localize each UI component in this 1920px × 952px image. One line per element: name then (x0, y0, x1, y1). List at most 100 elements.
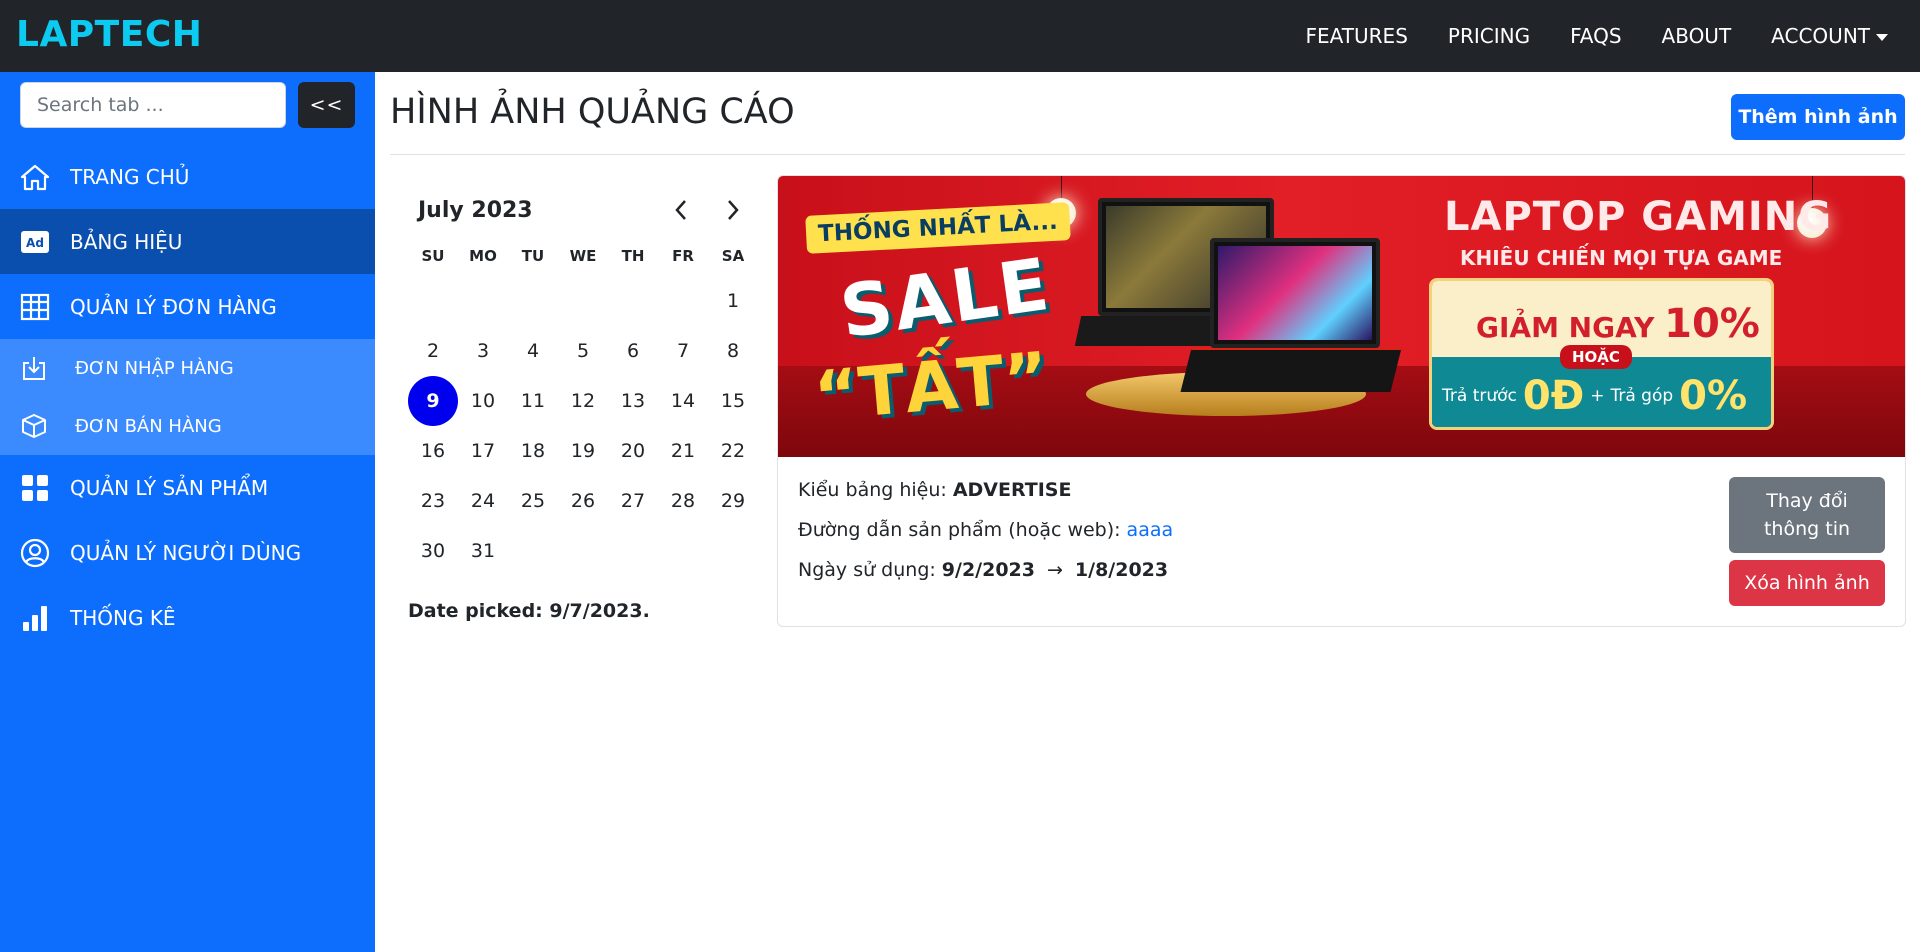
collapse-sidebar-button[interactable]: << (298, 82, 355, 128)
ad-link-label: Đường dẫn sản phẩm (hoặc web): (798, 519, 1121, 541)
calendar-day[interactable]: 8 (708, 326, 758, 376)
arrow-right-icon: → (1047, 559, 1063, 581)
calendar-day[interactable]: 1 (708, 276, 758, 326)
title-divider (390, 154, 1905, 155)
calendar-day-number: 10 (470, 390, 496, 412)
sidebar-subitem-label: ĐƠN NHẬP HÀNG (75, 357, 234, 379)
calendar-day-number: 13 (620, 390, 646, 412)
calendar-day-number: 29 (720, 490, 746, 512)
calendar-day[interactable]: 13 (608, 376, 658, 426)
edit-info-button[interactable]: Thay đổi thông tin (1729, 477, 1885, 553)
home-icon (20, 162, 50, 192)
nav-about[interactable]: ABOUT (1662, 24, 1732, 48)
calendar-day-number: 28 (670, 490, 696, 512)
add-image-button[interactable]: Thêm hình ảnh (1731, 94, 1905, 140)
calendar-day[interactable]: 4 (508, 326, 558, 376)
sidebar-item-label: QUẢN LÝ SẢN PHẨM (70, 475, 269, 500)
calendar-day[interactable]: 18 (508, 426, 558, 476)
calendar-day[interactable]: 21 (658, 426, 708, 476)
calendar-day[interactable]: 30 (408, 526, 458, 576)
banner-sale: SALE (835, 241, 1056, 355)
nav-pricing[interactable]: PRICING (1448, 24, 1530, 48)
calendar-day[interactable]: 24 (458, 476, 508, 526)
banner-discount-value: 10% (1664, 301, 1760, 347)
sidebar-item-bang-hieu[interactable]: Ad BẢNG HIỆU (0, 209, 375, 274)
calendar-day[interactable]: 5 (558, 326, 608, 376)
chevron-right-icon[interactable] (719, 196, 747, 224)
nav-features[interactable]: FEATURES (1306, 24, 1408, 48)
bar-chart-icon (20, 603, 50, 633)
calendar-empty-cell (658, 526, 708, 576)
calendar-day-number: 4 (526, 340, 540, 362)
svg-text:Ad: Ad (26, 236, 44, 250)
sidebar-item-trang-chu[interactable]: TRANG CHỦ (0, 144, 375, 209)
calendar-day[interactable]: 15 (708, 376, 758, 426)
calendar-day[interactable]: 31 (458, 526, 508, 576)
nav-account-dropdown[interactable]: ACCOUNT (1771, 24, 1888, 48)
calendar-day[interactable]: 2 (408, 326, 458, 376)
calendar-day-number: 23 (420, 490, 446, 512)
calendar-day[interactable]: 22 (708, 426, 758, 476)
sidebar-item-quan-ly-don-hang[interactable]: QUẢN LÝ ĐƠN HÀNG (0, 274, 375, 339)
calendar-day[interactable]: 28 (658, 476, 708, 526)
calendar-day-number: 21 (670, 440, 696, 462)
calendar-day[interactable]: 10 (458, 376, 508, 426)
calendar-day-number: 20 (620, 440, 646, 462)
calendar-day-number: 15 (720, 390, 746, 412)
banner-promo-box: GIẢM NGAY 10% HOẶC Trả trước 0Đ + Trả gó… (1429, 278, 1774, 430)
sidebar-subitem-don-ban-hang[interactable]: ĐƠN BÁN HÀNG (0, 397, 375, 455)
sidebar: << TRANG CHỦ Ad BẢNG HIỆU QUẢN LÝ ĐƠN HÀ… (0, 72, 375, 952)
calendar-day-selected[interactable]: 9 (408, 376, 458, 426)
date-picked-text: Date picked: 9/7/2023. (408, 600, 650, 622)
ad-card-body: Kiểu bảng hiệu: ADVERTISE Đường dẫn sản … (778, 457, 1905, 626)
calendar-day-number: 27 (620, 490, 646, 512)
calendar-day[interactable]: 29 (708, 476, 758, 526)
ad-type-line: Kiểu bảng hiệu: ADVERTISE (798, 479, 1071, 501)
calendar-day[interactable]: 14 (658, 376, 708, 426)
calendar-empty-cell (608, 526, 658, 576)
sidebar-item-quan-ly-nguoi-dung[interactable]: QUẢN LÝ NGƯỜI DÙNG (0, 520, 375, 585)
calendar-day[interactable]: 19 (558, 426, 608, 476)
calendar-day-number: 1 (726, 290, 740, 312)
calendar-day[interactable]: 17 (458, 426, 508, 476)
calendar-empty-cell (508, 526, 558, 576)
calendar-day[interactable]: 16 (408, 426, 458, 476)
calendar-day-number: 17 (470, 440, 496, 462)
calendar-day[interactable]: 25 (508, 476, 558, 526)
sidebar-item-quan-ly-san-pham[interactable]: QUẢN LÝ SẢN PHẨM (0, 455, 375, 520)
caret-down-icon (1876, 33, 1888, 41)
calendar-day-number: 5 (576, 340, 590, 362)
weekday-header: SU (421, 247, 445, 265)
calendar-day-number: 6 (626, 340, 640, 362)
ad-icon: Ad (20, 227, 50, 257)
chevron-left-icon[interactable] (667, 196, 695, 224)
nav-faqs[interactable]: FAQS (1570, 24, 1621, 48)
calendar-day[interactable]: 20 (608, 426, 658, 476)
calendar-empty-cell (408, 276, 458, 326)
banner-gaming-subtitle: KHIÊU CHIẾN MỌI TỰA GAME (1460, 246, 1783, 270)
calendar-day[interactable]: 6 (608, 326, 658, 376)
calendar-month-label: July 2023 (418, 198, 533, 223)
calendar-day[interactable]: 3 (458, 326, 508, 376)
calendar-day-number: 9 (408, 376, 458, 426)
calendar-day-number: 2 (426, 340, 440, 362)
banner-payment: Trả trước 0Đ + Trả góp 0% (1442, 373, 1747, 419)
search-tab-input[interactable] (20, 82, 286, 128)
calendar-empty-cell (458, 276, 508, 326)
ad-link-value[interactable]: aaaa (1127, 519, 1174, 541)
calendar-day-number: 16 (420, 440, 446, 462)
calendar-empty-cell (558, 276, 608, 326)
calendar-day[interactable]: 11 (508, 376, 558, 426)
brand-logo[interactable]: LAPTECH (16, 14, 202, 55)
calendar-day[interactable]: 26 (558, 476, 608, 526)
laptop-base (1180, 348, 1402, 392)
delete-image-button[interactable]: Xóa hình ảnh (1729, 560, 1885, 606)
calendar-day[interactable]: 23 (408, 476, 458, 526)
sidebar-item-thong-ke[interactable]: THỐNG KÊ (0, 585, 375, 650)
ad-date-label: Ngày sử dụng: (798, 559, 936, 581)
calendar-day[interactable]: 12 (558, 376, 608, 426)
sidebar-search-row: << (20, 82, 355, 128)
calendar-day[interactable]: 27 (608, 476, 658, 526)
sidebar-subitem-don-nhap-hang[interactable]: ĐƠN NHẬP HÀNG (0, 339, 375, 397)
calendar-day[interactable]: 7 (658, 326, 708, 376)
